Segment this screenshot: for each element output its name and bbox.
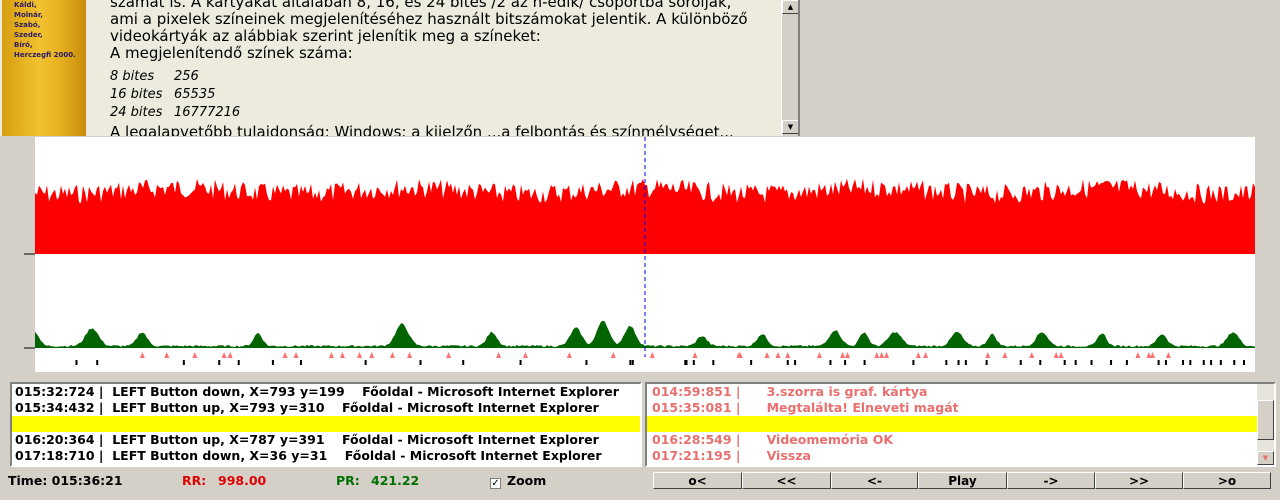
- annotation-scrollbar[interactable]: ▼: [1257, 384, 1274, 465]
- event-tick: [585, 360, 588, 365]
- annotation-row[interactable]: 015:35:081 | Megtalálta! Elneveti magát: [647, 400, 1274, 416]
- bit-row: 16 bites 65535: [110, 87, 216, 102]
- event-tick: [75, 360, 78, 365]
- event-tick: [712, 360, 715, 365]
- first-button[interactable]: o<: [653, 472, 742, 489]
- event-tick: [692, 360, 695, 365]
- event-tick: [985, 360, 988, 365]
- pr-label: PR:: [336, 473, 360, 488]
- event-tick: [1233, 360, 1236, 365]
- fast-forward-button[interactable]: >>: [1095, 472, 1183, 489]
- log-row[interactable]: 016:20:364 | LEFT Button up, X=787 y=391…: [12, 432, 640, 448]
- event-tick: [96, 360, 99, 365]
- zoom-label: Zoom: [507, 473, 547, 488]
- fast-back-button[interactable]: <<: [742, 472, 831, 489]
- event-tick: [964, 360, 967, 365]
- bit-row: 8 bites 256: [110, 69, 199, 84]
- log-row[interactable]: 017:18:710 | LEFT Button down, X=36 y=31…: [12, 448, 640, 464]
- event-tick: [1164, 360, 1167, 365]
- author-line: Szabó,: [14, 21, 41, 29]
- event-tick: [945, 360, 948, 365]
- author-line: Bíró,: [14, 41, 33, 49]
- paragraph-line: videokártyák az alábbiak szerint jelenít…: [110, 27, 541, 45]
- signal-graph[interactable]: [2, 137, 1278, 372]
- event-tick: [1090, 360, 1093, 365]
- event-tick: [1243, 360, 1246, 365]
- play-button[interactable]: Play: [918, 472, 1007, 489]
- author-line: Herczegfi 2000.: [14, 51, 76, 59]
- event-tick: [786, 360, 789, 365]
- bit-row: 24 bites 16777216: [110, 105, 241, 120]
- event-tick: [794, 360, 797, 365]
- annotation-row[interactable]: 016:28:549 | Videomemória OK: [647, 432, 1274, 448]
- event-tick: [182, 360, 185, 365]
- paragraph-line: A megjelenítendő színek száma:: [110, 44, 353, 62]
- time-readout: Time: 015:36:21: [8, 473, 123, 488]
- event-tick: [629, 360, 632, 365]
- cut-off-line: A legalapvetőbb tulajdonság: Windows: a …: [110, 123, 734, 137]
- pr-value: 421.22: [371, 473, 420, 488]
- event-tick: [462, 360, 465, 365]
- scroll-down-button[interactable]: ▼: [1257, 451, 1274, 465]
- event-tick: [299, 360, 302, 365]
- scroll-down-button[interactable]: ▼: [782, 120, 798, 134]
- book-cover-image: Káldi, Molnár, Szabó, Szeder, Bíró, Herc…: [2, 0, 86, 136]
- event-tick: [1182, 360, 1185, 365]
- event-tick: [1219, 360, 1222, 365]
- author-line: Káldi,: [14, 1, 37, 9]
- event-tick: [237, 360, 240, 365]
- event-tick: [957, 360, 960, 365]
- event-tick: [631, 360, 634, 365]
- rr-value: 998.00: [218, 473, 267, 488]
- document-viewer: Káldi, Molnár, Szabó, Szeder, Bíró, Herc…: [0, 0, 800, 136]
- author-line: Molnár,: [14, 11, 43, 19]
- author-line: Szeder,: [14, 31, 43, 39]
- paragraph-line: ami a pixelek színeinek megjelenítéséhez…: [110, 10, 748, 28]
- step-forward-button[interactable]: ->: [1007, 472, 1095, 489]
- rr-label: RR:: [182, 473, 207, 488]
- document-scrollbar[interactable]: ▲ ▼: [781, 0, 798, 136]
- event-tick: [912, 360, 915, 365]
- event-tick: [1210, 360, 1213, 365]
- annotation-log[interactable]: 014:59:851 | 3.szorra is graf. kártya 01…: [645, 382, 1276, 467]
- event-tick: [1125, 360, 1128, 365]
- check-icon[interactable]: ✓: [490, 478, 501, 489]
- bit-depth-table: 8 bites 256 16 bites 65535 24 bites 1677721…: [110, 68, 758, 122]
- event-tick: [1157, 360, 1160, 365]
- step-back-button[interactable]: <-: [831, 472, 918, 489]
- event-tick: [419, 360, 422, 365]
- annotation-row-selected[interactable]: [647, 416, 1274, 432]
- event-tick: [829, 360, 832, 365]
- annotation-row[interactable]: 017:21:195 | Vissza: [647, 448, 1274, 464]
- document-text: számát is. A kártyákat általában 8, 16, …: [110, 0, 758, 136]
- event-tick: [1189, 360, 1192, 365]
- log-row[interactable]: 015:34:432 | LEFT Button up, X=793 y=310…: [12, 400, 640, 416]
- event-tick: [1063, 360, 1066, 365]
- log-row-selected[interactable]: [12, 416, 640, 432]
- annotation-row[interactable]: 014:59:851 | 3.szorra is graf. kártya: [647, 384, 1274, 400]
- event-tick: [519, 360, 522, 365]
- book-authors: Káldi, Molnár, Szabó, Szeder, Bíró, Herc…: [14, 0, 76, 60]
- event-tick: [685, 360, 688, 365]
- event-tick: [1019, 360, 1022, 365]
- event-tick: [863, 360, 866, 365]
- event-tick: [1110, 360, 1113, 365]
- event-tick: [1074, 360, 1077, 365]
- event-tick: [750, 360, 753, 365]
- event-tick: [1202, 360, 1205, 365]
- zoom-checkbox[interactable]: ✓ Zoom: [490, 473, 546, 489]
- scroll-thumb[interactable]: [1257, 400, 1274, 440]
- event-log[interactable]: 015:32:724 | LEFT Button down, X=793 y=1…: [10, 382, 642, 467]
- event-tick: [844, 360, 847, 365]
- scroll-up-button[interactable]: ▲: [782, 0, 798, 14]
- event-tick: [364, 360, 367, 365]
- last-button[interactable]: >o: [1183, 472, 1271, 489]
- event-tick: [271, 360, 274, 365]
- event-tick: [218, 360, 221, 365]
- event-tick: [1039, 360, 1042, 365]
- log-row[interactable]: 015:32:724 | LEFT Button down, X=793 y=1…: [12, 384, 640, 400]
